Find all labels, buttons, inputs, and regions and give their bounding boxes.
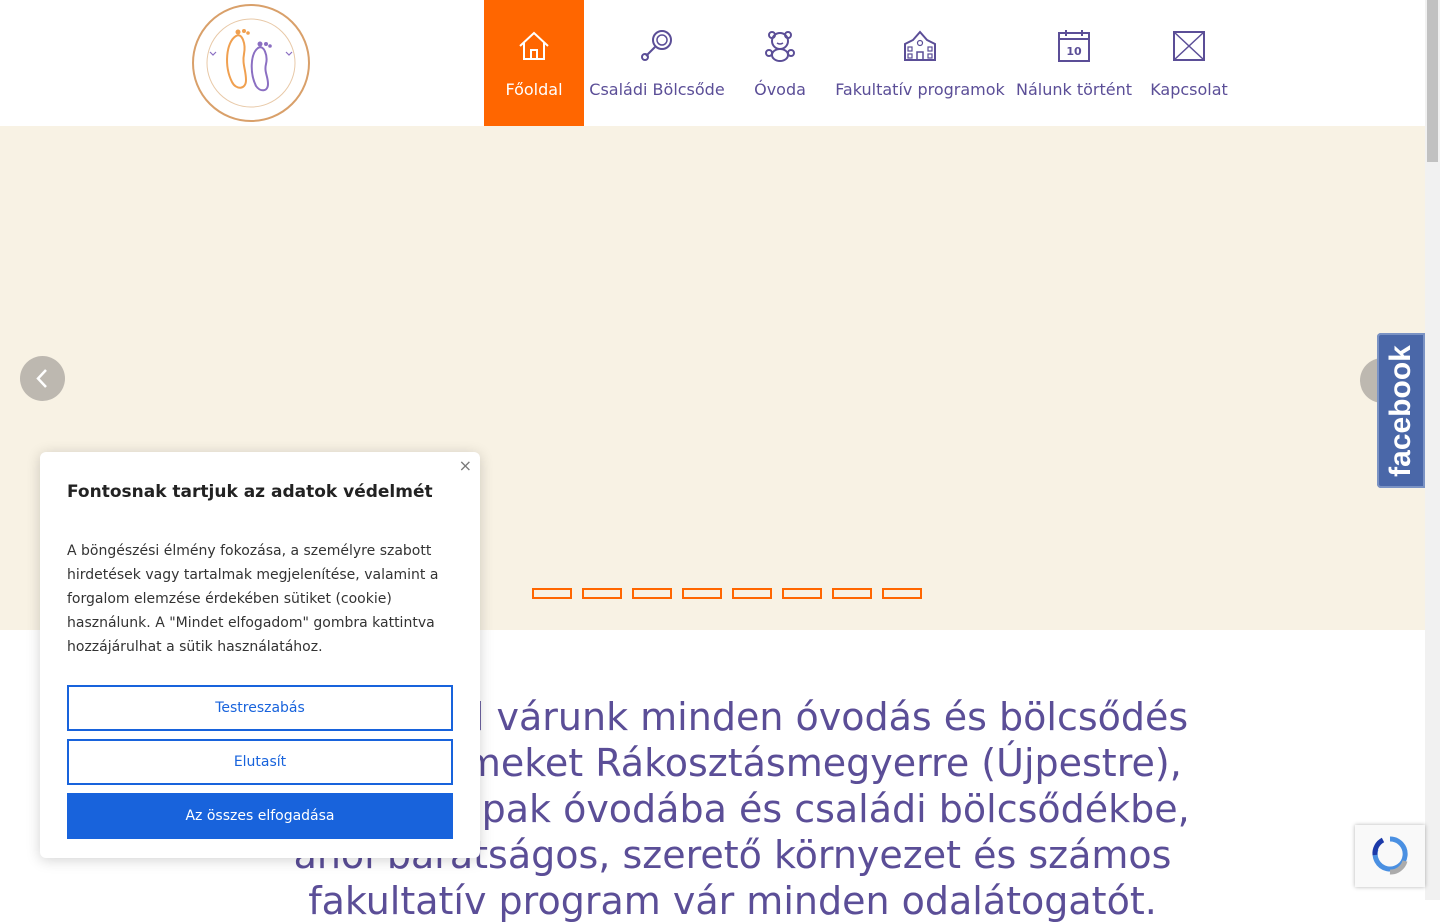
slider-dot[interactable] — [832, 588, 872, 599]
slider-dots — [532, 588, 922, 599]
recaptcha-icon — [1372, 836, 1408, 875]
customize-button[interactable]: Testreszabás — [67, 685, 453, 731]
slider-dot[interactable] — [782, 588, 822, 599]
nav-item-label: Családi Bölcsőde — [589, 80, 725, 99]
site-header: Főoldal Családi Bölcsőde Óvoda Fakultatí… — [0, 0, 1425, 126]
slider-prev-button[interactable] — [20, 356, 65, 401]
slider-dot[interactable] — [682, 588, 722, 599]
main-nav: Főoldal Családi Bölcsőde Óvoda Fakultatí… — [484, 0, 1240, 126]
nav-item-kapcsolat[interactable]: Kapcsolat — [1138, 0, 1240, 126]
svg-text:10: 10 — [1066, 45, 1082, 58]
envelope-icon — [1173, 31, 1205, 61]
rattle-icon — [641, 30, 672, 61]
chevron-left-icon — [36, 369, 47, 388]
home-icon — [519, 31, 549, 60]
nav-item-fakultativ-programok[interactable]: Fakultatív programok — [830, 0, 1010, 126]
calendar-icon: 10 — [1058, 30, 1090, 62]
slider-dot[interactable] — [882, 588, 922, 599]
nav-item-csaladi-bolcsode[interactable]: Családi Bölcsőde — [584, 0, 730, 126]
slider-dot[interactable] — [632, 588, 672, 599]
reject-button[interactable]: Elutasít — [67, 739, 453, 785]
nav-item-label: Főoldal — [505, 80, 563, 99]
slider-dot[interactable] — [532, 588, 572, 599]
scrollbar-thumb[interactable] — [1427, 0, 1438, 162]
accept-all-button[interactable]: Az összes elfogadása — [67, 793, 453, 839]
recaptcha-badge[interactable] — [1355, 825, 1425, 887]
close-icon[interactable]: × — [459, 456, 472, 475]
nav-item-home[interactable]: Főoldal — [484, 0, 584, 126]
site-logo[interactable] — [190, 2, 312, 124]
nav-item-label: Fakultatív programok — [835, 80, 1005, 99]
nav-item-label: Nálunk történt — [1015, 80, 1133, 99]
nav-item-label: Kapcsolat — [1150, 80, 1228, 99]
cookie-title: Fontosnak tartjuk az adatok védelmét — [67, 482, 433, 502]
nav-item-nalunk-tortent[interactable]: 10 Nálunk történt — [1010, 0, 1138, 126]
nav-item-ovoda[interactable]: Óvoda — [730, 0, 830, 126]
cookie-text: A böngészési élmény fokozása, a személyr… — [67, 543, 439, 655]
slider-dot[interactable] — [582, 588, 622, 599]
facebook-label: facebook — [1384, 344, 1417, 477]
slider-dot[interactable] — [732, 588, 772, 599]
teddy-bear-icon — [765, 31, 795, 62]
facebook-tab[interactable]: facebook — [1377, 333, 1425, 488]
cookie-consent-dialog: × Fontosnak tartjuk az adatok védelmét A… — [40, 452, 480, 858]
nav-item-label: Óvoda — [754, 80, 806, 99]
school-building-icon — [904, 30, 936, 61]
